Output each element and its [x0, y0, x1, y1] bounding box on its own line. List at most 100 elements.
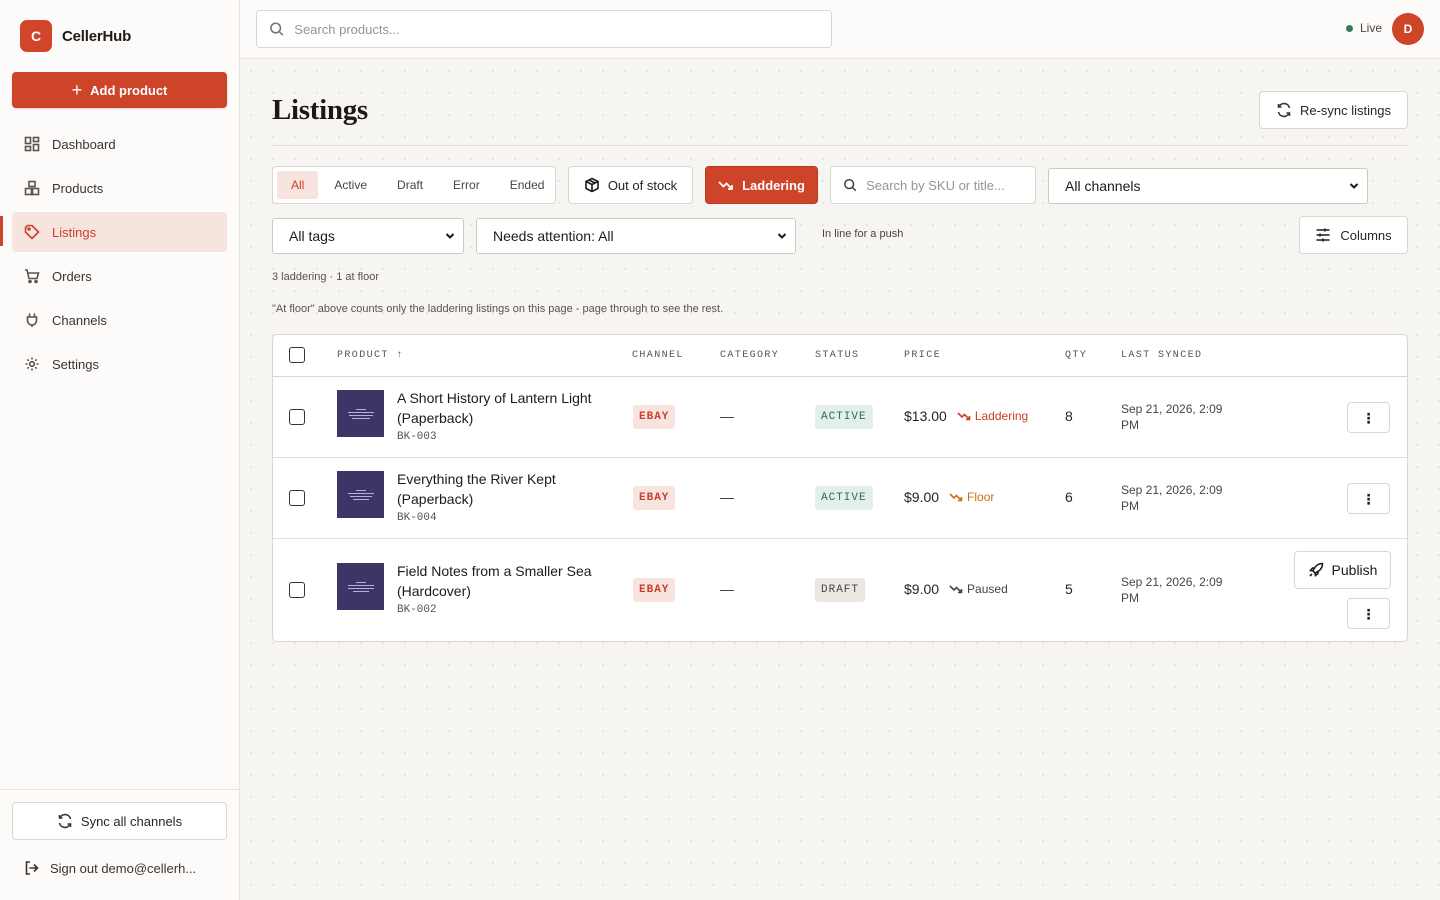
needs-attention-value: Needs attention: All	[493, 228, 614, 244]
sidebar-item-dashboard[interactable]: Dashboard	[12, 124, 227, 164]
channel-badge: EBAY	[633, 578, 676, 602]
sidebar-item-label: Settings	[52, 356, 99, 372]
user-avatar[interactable]: D	[1392, 13, 1424, 45]
live-dot-icon	[1346, 24, 1353, 32]
row-checkbox[interactable]	[289, 582, 305, 598]
trend-down-icon	[949, 493, 963, 502]
sign-out-link[interactable]: Sign out demo@cellerh...	[24, 860, 196, 876]
title-divider	[272, 145, 1408, 146]
search-icon	[844, 179, 857, 192]
last-synced-value: Sep 21, 2026, 2:09 PM	[1121, 483, 1223, 513]
product-search[interactable]	[256, 10, 832, 48]
channel-badge: EBAY	[633, 486, 676, 510]
tab-error[interactable]: Error	[439, 171, 494, 199]
product-title[interactable]: A Short History of Lantern Light (Paperb…	[397, 388, 607, 428]
tab-all[interactable]: All	[277, 171, 319, 199]
trend-indicator: Floor	[949, 490, 994, 504]
header-price[interactable]: PRICE	[904, 350, 941, 361]
table-row[interactable]: A Short History of Lantern Light (Paperb…	[273, 377, 1407, 458]
table-row[interactable]: Field Notes from a Smaller Sea (Hardcove…	[273, 539, 1407, 641]
trend-label: Laddering	[974, 409, 1029, 423]
qty-value: 5	[1065, 581, 1073, 597]
sidebar-item-label: Dashboard	[52, 136, 116, 152]
floor-note: "At floor" above counts only the ladderi…	[272, 303, 724, 315]
sidebar-item-products[interactable]: Products	[12, 168, 227, 208]
product-title[interactable]: Everything the River Kept (Paperback)	[397, 469, 607, 509]
cart-icon	[25, 269, 40, 284]
out-of-stock-filter[interactable]: Out of stock	[568, 166, 693, 204]
last-synced-value: Sep 21, 2026, 2:09 PM	[1121, 402, 1223, 432]
columns-button[interactable]: Columns	[1299, 216, 1408, 254]
qty-value: 6	[1065, 489, 1073, 505]
trend-down-icon	[718, 181, 733, 190]
sidebar-item-listings[interactable]: Listings	[12, 212, 227, 252]
sign-out-label: Sign out demo@cellerh...	[50, 860, 197, 876]
out-of-stock-label: Out of stock	[607, 177, 678, 193]
dashboard-icon	[24, 136, 40, 152]
price-value: $13.00	[904, 408, 947, 424]
tags-select[interactable]: All tags	[272, 218, 464, 254]
header-channel[interactable]: CHANNEL	[632, 350, 684, 361]
plus-icon: +	[71, 80, 83, 100]
category-value: —	[720, 581, 734, 597]
active-nav-marker	[0, 216, 3, 246]
header-status[interactable]: STATUS	[815, 350, 859, 361]
product-search-input[interactable]	[294, 21, 831, 37]
add-product-label: Add product	[90, 82, 168, 98]
row-checkbox[interactable]	[289, 490, 305, 506]
sidebar-item-orders[interactable]: Orders	[12, 256, 227, 296]
live-indicator: Live	[1346, 21, 1382, 35]
sidebar-item-channels[interactable]: Channels	[12, 300, 227, 340]
trend-label: Paused	[967, 582, 1008, 596]
header-category[interactable]: CATEGORY	[720, 350, 779, 361]
channels-select[interactable]: All channels	[1048, 168, 1368, 204]
sidebar-item-settings[interactable]: Settings	[12, 344, 227, 384]
search-icon	[270, 22, 284, 36]
row-checkbox[interactable]	[289, 409, 305, 425]
sku-search-input[interactable]	[866, 177, 1035, 193]
row-actions-button[interactable]: ⋮	[1347, 598, 1390, 629]
publish-button[interactable]: Publish	[1294, 551, 1391, 589]
brand[interactable]: C CellerHub	[20, 20, 131, 52]
page-title: Listings	[272, 94, 368, 126]
plug-icon	[26, 313, 38, 327]
qty-value: 8	[1065, 408, 1073, 424]
products-icon	[24, 180, 40, 196]
tab-ended[interactable]: Ended	[496, 171, 559, 199]
price-cell: $9.00 Floor	[904, 489, 994, 505]
price-value: $9.00	[904, 581, 940, 597]
brand-logo: C	[20, 20, 52, 52]
category-value: —	[720, 489, 734, 505]
channel-badge: EBAY	[633, 405, 676, 429]
sliders-icon	[1316, 228, 1330, 242]
table-row[interactable]: Everything the River Kept (Paperback) BK…	[273, 458, 1407, 539]
category-value: —	[720, 408, 734, 424]
publish-label: Publish	[1331, 562, 1378, 578]
sync-all-channels-button[interactable]: Sync all channels	[12, 802, 227, 840]
status-tabs: All Active Draft Error Ended	[272, 166, 556, 204]
price-value: $9.00	[904, 489, 940, 505]
tab-active[interactable]: Active	[320, 171, 381, 199]
row-actions-button[interactable]: ⋮	[1347, 483, 1390, 514]
resync-listings-button[interactable]: Re-sync listings	[1259, 91, 1408, 129]
gear-icon	[25, 357, 39, 371]
tab-draft[interactable]: Draft	[383, 171, 437, 199]
price-cell: $9.00 Paused	[904, 581, 1008, 597]
refresh-icon	[58, 813, 72, 829]
trend-down-icon	[949, 585, 963, 594]
header-last-synced[interactable]: LAST SYNCED	[1121, 350, 1202, 361]
tag-icon	[24, 224, 40, 240]
sku-search[interactable]	[830, 166, 1036, 204]
needs-attention-select[interactable]: Needs attention: All	[476, 218, 796, 254]
add-product-button[interactable]: + Add product	[12, 72, 227, 108]
row-actions-button[interactable]: ⋮	[1347, 402, 1390, 433]
status-badge: DRAFT	[815, 578, 866, 602]
price-cell: $13.00 Laddering	[904, 408, 1028, 424]
header-product[interactable]: PRODUCT ↑	[337, 350, 404, 361]
refresh-icon	[1277, 102, 1291, 118]
select-all-checkbox[interactable]	[289, 347, 305, 363]
laddering-filter[interactable]: Laddering	[705, 166, 818, 204]
header-qty[interactable]: QTY	[1065, 350, 1087, 361]
laddering-label: Laddering	[742, 177, 805, 193]
product-title[interactable]: Field Notes from a Smaller Sea (Hardcove…	[397, 561, 607, 601]
